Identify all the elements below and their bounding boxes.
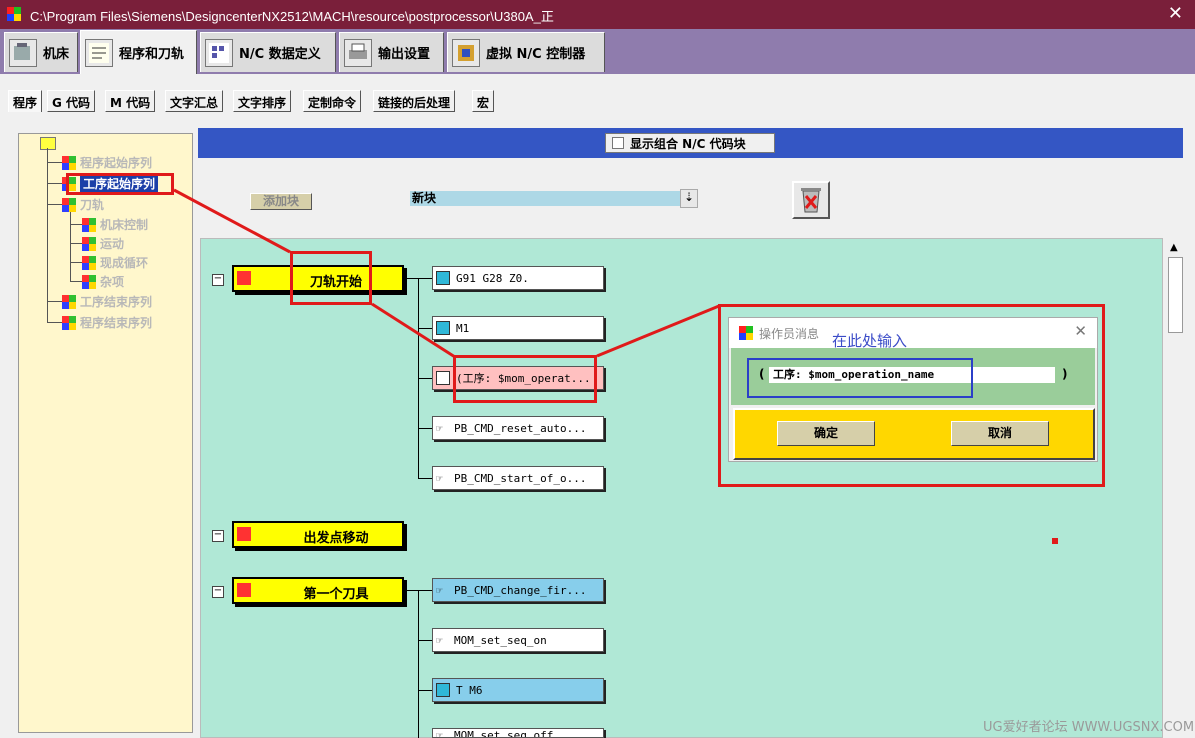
watermark: UG爱好者论坛 WWW.UGSNX.COM [983,720,1195,735]
annotation-dot [1052,538,1058,544]
annotation-arrows [173,188,720,359]
